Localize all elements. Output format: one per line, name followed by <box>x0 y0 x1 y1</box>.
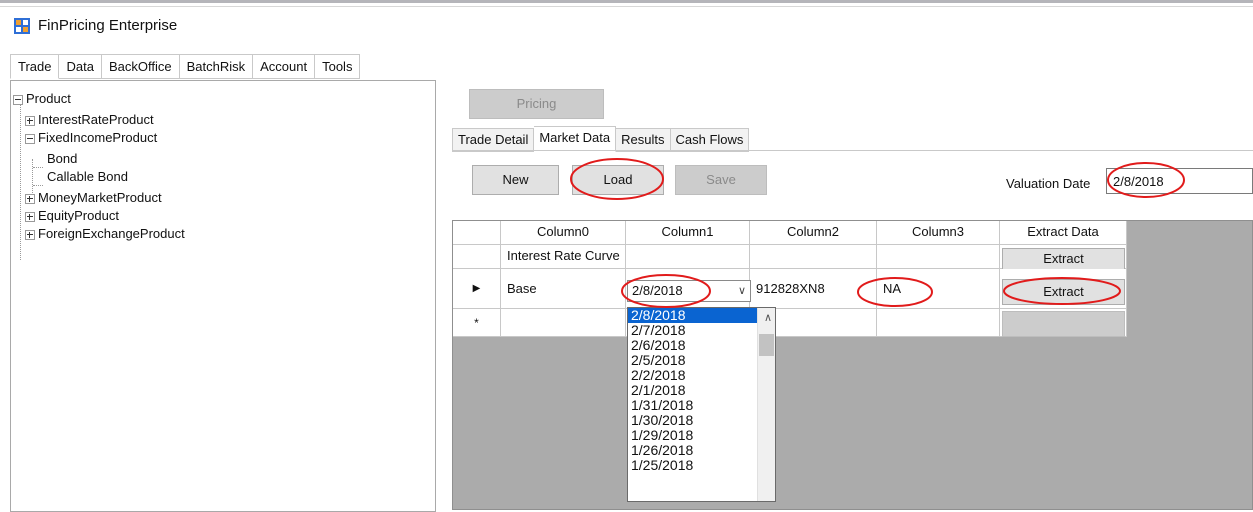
dropdown-option[interactable]: 1/29/2018 <box>628 428 775 443</box>
tab-cash-flows[interactable]: Cash Flows <box>670 128 750 152</box>
chevron-up-icon[interactable]: ∧ <box>764 311 772 324</box>
tree-label: MoneyMarketProduct <box>38 190 162 205</box>
menu-batchrisk[interactable]: BatchRisk <box>179 54 254 79</box>
tree-label: EquityProduct <box>38 208 119 223</box>
tree-node-fx[interactable]: ForeignExchangeProduct <box>25 226 185 241</box>
tree-label: InterestRateProduct <box>38 112 154 127</box>
tree-label: FixedIncomeProduct <box>38 130 158 145</box>
grid-cell[interactable] <box>501 309 626 337</box>
grid-cell[interactable] <box>626 245 750 269</box>
main-menu: Trade Data BackOffice BatchRisk Account … <box>10 54 361 79</box>
grid-cell[interactable] <box>877 245 1000 269</box>
dropdown-scrollbar[interactable]: ∧ <box>757 308 775 501</box>
tree-node-moneymarket[interactable]: MoneyMarketProduct <box>25 190 162 205</box>
tree-line <box>33 167 43 168</box>
collapse-icon[interactable] <box>25 133 35 144</box>
extract-button[interactable]: Extract <box>1002 279 1125 305</box>
dropdown-option[interactable]: 2/8/2018 <box>628 308 775 323</box>
product-tree: Product InterestRateProduct FixedIncomeP… <box>10 80 436 512</box>
app-window-icon <box>14 18 30 34</box>
scrollbar-thumb[interactable] <box>759 334 774 356</box>
dropdown-option[interactable]: 2/6/2018 <box>628 338 775 353</box>
grid-corner <box>453 221 501 245</box>
dropdown-option[interactable]: 1/31/2018 <box>628 398 775 413</box>
menu-backoffice[interactable]: BackOffice <box>101 54 180 79</box>
dropdown-option[interactable]: 1/30/2018 <box>628 413 775 428</box>
tree-node-bond[interactable]: Bond <box>47 151 77 166</box>
dropdown-option[interactable]: 2/1/2018 <box>628 383 775 398</box>
tab-market-data[interactable]: Market Data <box>534 126 617 152</box>
tree-node-equity[interactable]: EquityProduct <box>25 208 119 223</box>
expand-icon[interactable] <box>25 115 35 126</box>
extract-button-empty[interactable] <box>1002 311 1125 337</box>
dropdown-option[interactable]: 2/2/2018 <box>628 368 775 383</box>
tree-node-product[interactable]: Product <box>13 91 71 106</box>
extract-button[interactable]: Extract <box>1002 248 1125 270</box>
save-button[interactable]: Save <box>675 165 767 195</box>
tree-node-interestrate[interactable]: InterestRateProduct <box>25 112 154 127</box>
dropdown-option[interactable]: 2/5/2018 <box>628 353 775 368</box>
column-header[interactable]: Column3 <box>877 221 1000 245</box>
tree-label: ForeignExchangeProduct <box>38 226 185 241</box>
menu-trade[interactable]: Trade <box>10 54 60 79</box>
column-header[interactable]: Extract Data <box>1000 221 1127 245</box>
chevron-down-icon[interactable]: ∨ <box>738 281 746 301</box>
dropdown-option[interactable]: 2/7/2018 <box>628 323 775 338</box>
expand-icon[interactable] <box>25 211 35 222</box>
menu-data[interactable]: Data <box>59 54 102 79</box>
tree-label: Callable Bond <box>47 169 128 184</box>
column-header[interactable]: Column0 <box>501 221 626 245</box>
tree-label: Bond <box>47 151 78 166</box>
new-row-indicator[interactable]: * <box>453 309 501 337</box>
load-button[interactable]: Load <box>572 165 664 195</box>
expand-icon[interactable] <box>25 229 35 240</box>
grid-cell[interactable]: Base <box>501 269 626 309</box>
grid-cell[interactable] <box>750 245 877 269</box>
menu-tools[interactable]: Tools <box>315 54 361 79</box>
new-button[interactable]: New <box>472 165 559 195</box>
top-edge-band <box>0 0 1253 7</box>
tab-results[interactable]: Results <box>616 128 671 152</box>
grid-cell[interactable]: 912828XN8 <box>750 269 877 309</box>
column-header[interactable]: Column2 <box>750 221 877 245</box>
grid-cell[interactable] <box>877 309 1000 337</box>
expand-icon[interactable] <box>25 193 35 204</box>
tree-label: Product <box>26 91 71 106</box>
valuation-date-input[interactable]: 2/8/2018 <box>1106 168 1253 194</box>
grid-cell[interactable]: NA <box>877 269 1000 309</box>
tree-line <box>32 159 33 193</box>
combo-value: 2/8/2018 <box>632 283 683 298</box>
date-combobox[interactable]: 2/8/2018 ∨ <box>627 280 751 302</box>
valuation-date-label: Valuation Date <box>1006 176 1091 191</box>
collapse-icon[interactable] <box>13 94 23 105</box>
tab-trade-detail[interactable]: Trade Detail <box>452 128 535 152</box>
menu-account[interactable]: Account <box>253 54 316 79</box>
dropdown-option[interactable]: 1/26/2018 <box>628 443 775 458</box>
tree-node-fixedincome[interactable]: FixedIncomeProduct <box>25 130 157 145</box>
dropdown-option[interactable]: 1/25/2018 <box>628 458 775 473</box>
grid-cell[interactable]: Interest Rate Curve <box>501 245 626 269</box>
column-header[interactable]: Column1 <box>626 221 750 245</box>
pricing-button[interactable]: Pricing <box>469 89 604 119</box>
current-row-indicator[interactable]: ▶ <box>453 269 501 309</box>
tree-node-callable-bond[interactable]: Callable Bond <box>47 169 128 184</box>
row-header[interactable] <box>453 245 501 269</box>
tree-line <box>33 185 43 186</box>
date-dropdown-list[interactable]: 2/8/2018 2/7/2018 2/6/2018 2/5/2018 2/2/… <box>627 307 776 502</box>
detail-tabs: Trade Detail Market Data Results Cash Fl… <box>452 126 750 152</box>
tree-line <box>20 105 21 260</box>
window-title: FinPricing Enterprise <box>38 17 178 34</box>
